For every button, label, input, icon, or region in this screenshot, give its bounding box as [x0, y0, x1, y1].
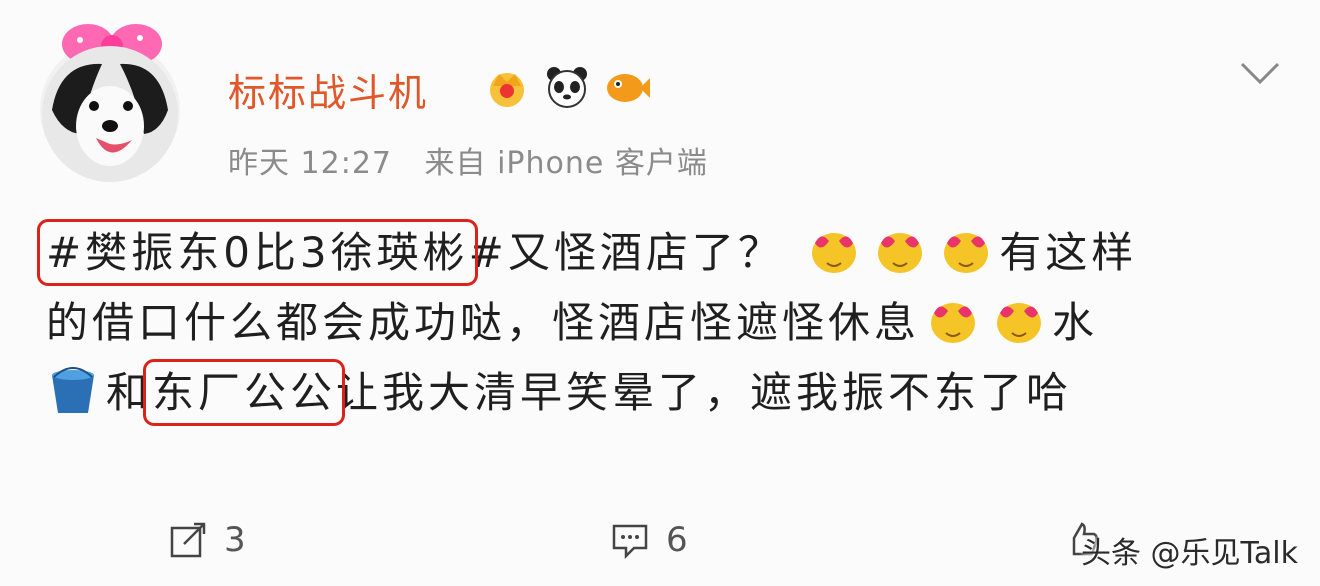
heart-eyes-emoji-icon	[931, 303, 976, 343]
user-badges	[484, 64, 650, 110]
keyword-highlight: 东厂公公	[143, 359, 346, 426]
post-text-segment: 和	[106, 368, 153, 417]
avatar[interactable]	[40, 24, 180, 182]
watermark: 头条 @乐见Talk	[1081, 536, 1298, 571]
crown-badge-icon	[490, 73, 524, 107]
hashtag-highlight[interactable]: #樊振东0比3徐瑛彬	[37, 219, 478, 286]
post-content: #樊振东0比3徐瑛彬#又怪酒店了？ 有这样 的借口什么都会成功哒，怪酒店怪遮怪休…	[37, 218, 1286, 428]
comment-icon	[612, 524, 648, 560]
post-text-segment: #又怪酒店了？	[468, 228, 784, 277]
post-line-2: 的借口什么都会成功哒，怪酒店怪遮怪休息 水	[46, 288, 1286, 358]
post-text-segment: 的借口什么都会成功哒，怪酒店怪遮怪休息	[46, 298, 921, 347]
heart-eyes-emoji-icon	[878, 233, 923, 273]
comment-count: 6	[666, 520, 688, 560]
fish-badge-icon	[607, 74, 650, 102]
post-source: 来自 iPhone 客户端	[424, 146, 708, 181]
post-line-1: #樊振东0比3徐瑛彬#又怪酒店了？ 有这样	[37, 218, 1286, 288]
post-line-3: 和东厂公公让我大清早笑晕了，遮我振不东了哈	[46, 358, 1286, 428]
username[interactable]: 标标战斗机	[228, 62, 428, 117]
post-text-segment: 让我大清早笑晕了，遮我振不东了哈	[336, 368, 1073, 417]
post-time: 昨天 12:27	[228, 146, 392, 181]
post-text-segment: 有这样	[999, 228, 1138, 277]
heart-eyes-emoji-icon	[812, 233, 857, 273]
heart-eyes-emoji-icon	[997, 303, 1042, 343]
post-text-segment: 水	[1052, 298, 1099, 347]
water-bucket-emoji-icon	[52, 367, 94, 413]
comment-button[interactable]: 6	[610, 520, 688, 560]
repost-icon	[170, 522, 206, 558]
dog-avatar-icon	[42, 24, 178, 182]
repost-count: 3	[224, 520, 246, 560]
heart-eyes-emoji-icon	[944, 233, 989, 273]
post-meta: 昨天 12:27 来自 iPhone 客户端	[228, 138, 730, 182]
panda-badge-icon	[547, 67, 587, 108]
chevron-down-icon[interactable]	[1238, 58, 1282, 88]
repost-button[interactable]: 3	[168, 520, 246, 560]
